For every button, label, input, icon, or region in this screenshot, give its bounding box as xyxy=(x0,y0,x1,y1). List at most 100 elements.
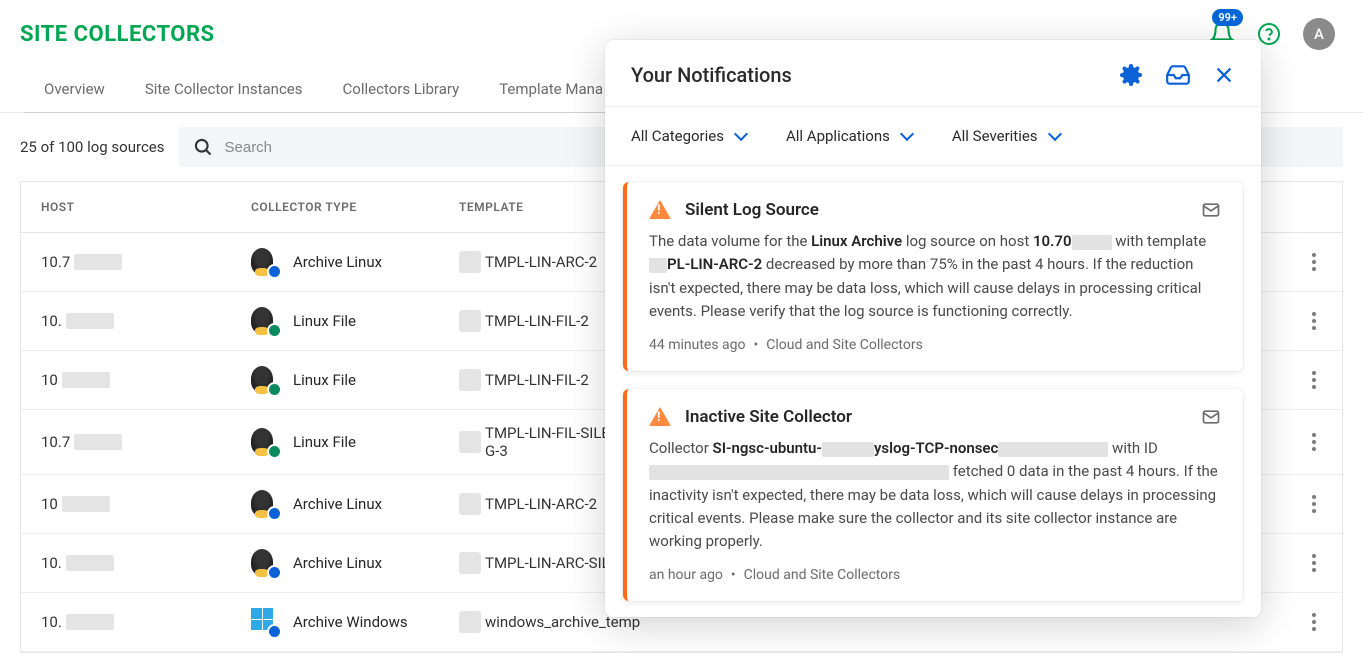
host-cell: 10 xyxy=(41,495,251,513)
warning-icon xyxy=(649,200,671,220)
host-prefix: 10.7 xyxy=(41,253,70,271)
result-count: 25 of 100 log sources xyxy=(20,138,165,156)
warning-icon xyxy=(649,407,671,427)
notification-title: Inactive Site Collector xyxy=(685,407,852,427)
kebab-menu-icon[interactable] xyxy=(1306,365,1322,395)
redacted xyxy=(74,254,122,270)
redacted xyxy=(459,431,481,453)
notifications-panel: Your Notifications All Categories All Ap… xyxy=(605,40,1261,617)
collector-type-cell: Archive Linux xyxy=(251,549,459,577)
linux-icon xyxy=(251,549,279,577)
notification-card[interactable]: Inactive Site CollectorCollector SI-ngsc… xyxy=(623,389,1243,601)
kebab-menu-icon[interactable] xyxy=(1306,548,1322,578)
tab-instances[interactable]: Site Collector Instances xyxy=(125,66,323,113)
notification-card[interactable]: Silent Log Source The data volume for the… xyxy=(623,182,1243,371)
notification-source: Cloud and Site Collectors xyxy=(744,567,901,583)
actions-cell xyxy=(1282,365,1322,395)
host-prefix: 10. xyxy=(41,613,62,631)
linux-icon xyxy=(251,307,279,335)
notification-time: an hour ago xyxy=(649,567,723,583)
host-cell: 10. xyxy=(41,554,251,572)
actions-cell xyxy=(1282,607,1322,637)
kebab-menu-icon[interactable] xyxy=(1306,306,1322,336)
kebab-menu-icon[interactable] xyxy=(1306,489,1322,519)
redacted xyxy=(459,611,481,633)
notifications-badge: 99+ xyxy=(1212,9,1243,26)
kebab-menu-icon[interactable] xyxy=(1306,607,1322,637)
notification-title: Silent Log Source xyxy=(685,200,819,220)
page-title: SITE COLLECTORS xyxy=(20,22,215,47)
chevron-down-icon xyxy=(900,127,914,141)
notification-filters: All Categories All Applications All Seve… xyxy=(605,106,1261,166)
redacted xyxy=(998,442,1108,457)
collector-type-label: Archive Linux xyxy=(293,253,382,271)
gear-icon[interactable] xyxy=(1119,63,1143,87)
redacted xyxy=(62,372,110,388)
template-name: TMPL-LIN-ARC-2 xyxy=(485,495,597,513)
redacted xyxy=(66,555,114,571)
notifications-header: Your Notifications xyxy=(605,40,1261,106)
notification-footer: an hour ago•Cloud and Site Collectors xyxy=(649,567,1221,583)
notification-time: 44 minutes ago xyxy=(649,337,746,353)
inbox-icon[interactable] xyxy=(1165,62,1191,88)
host-prefix: 10. xyxy=(41,554,62,572)
notifications-header-icons xyxy=(1119,62,1235,88)
collector-type-label: Archive Linux xyxy=(293,495,382,513)
windows-icon xyxy=(251,608,279,636)
host-prefix: 10.7 xyxy=(41,433,70,451)
collector-type-cell: Linux File xyxy=(251,307,459,335)
host-cell: 10.7 xyxy=(41,253,251,271)
actions-cell xyxy=(1282,427,1322,457)
collector-type-label: Archive Linux xyxy=(293,554,382,572)
chevron-down-icon xyxy=(734,127,748,141)
col-type: COLLECTOR TYPE xyxy=(251,200,459,214)
collector-type-cell: Archive Windows xyxy=(251,608,459,636)
redacted xyxy=(62,496,110,512)
redacted xyxy=(459,552,481,574)
envelope-icon[interactable] xyxy=(1201,200,1221,220)
redacted xyxy=(459,493,481,515)
avatar-initial: A xyxy=(1314,25,1324,43)
host-prefix: 10. xyxy=(41,312,62,330)
notification-body: The data volume for the Linux Archive lo… xyxy=(649,230,1221,323)
collector-type-label: Linux File xyxy=(293,433,356,451)
avatar[interactable]: A xyxy=(1303,18,1335,50)
close-icon[interactable] xyxy=(1213,64,1235,86)
notifications-title: Your Notifications xyxy=(631,63,792,87)
redacted xyxy=(649,258,667,273)
redacted xyxy=(74,434,122,450)
filter-categories[interactable]: All Categories xyxy=(631,127,746,145)
collector-type-cell: Archive Linux xyxy=(251,248,459,276)
template-name: TMPL-LIN-ARC-2 xyxy=(485,253,597,271)
collector-type-cell: Linux File xyxy=(251,366,459,394)
collector-type-label: Archive Windows xyxy=(293,613,408,631)
notification-footer: 44 minutes ago•Cloud and Site Collectors xyxy=(649,337,1221,353)
host-cell: 10 xyxy=(41,371,251,389)
collector-type-label: Linux File xyxy=(293,312,356,330)
host-cell: 10. xyxy=(41,312,251,330)
envelope-icon[interactable] xyxy=(1201,407,1221,427)
kebab-menu-icon[interactable] xyxy=(1306,247,1322,277)
actions-cell xyxy=(1282,489,1322,519)
linux-icon xyxy=(251,366,279,394)
actions-cell xyxy=(1282,306,1322,336)
redacted xyxy=(649,465,949,480)
template-name: TMPL-LIN-FIL-2 xyxy=(485,312,589,330)
linux-icon xyxy=(251,490,279,518)
chevron-down-icon xyxy=(1047,127,1061,141)
kebab-menu-icon[interactable] xyxy=(1306,427,1322,457)
redacted xyxy=(1072,235,1112,250)
filter-severities[interactable]: All Severities xyxy=(952,127,1060,145)
tab-overview[interactable]: Overview xyxy=(24,66,125,113)
template-name: TMPL-LIN-FIL-SILE xyxy=(485,424,610,442)
template-name: TMPL-LIN-FIL-2 xyxy=(485,371,589,389)
linux-icon xyxy=(251,248,279,276)
tab-library[interactable]: Collectors Library xyxy=(323,66,480,113)
filter-applications[interactable]: All Applications xyxy=(786,127,912,145)
actions-cell xyxy=(1282,247,1322,277)
host-prefix: 10 xyxy=(41,495,58,513)
redacted xyxy=(459,369,481,391)
tab-template-mgmt[interactable]: Template Mana xyxy=(479,66,623,113)
host-prefix: 10 xyxy=(41,371,58,389)
search-icon xyxy=(193,137,213,157)
